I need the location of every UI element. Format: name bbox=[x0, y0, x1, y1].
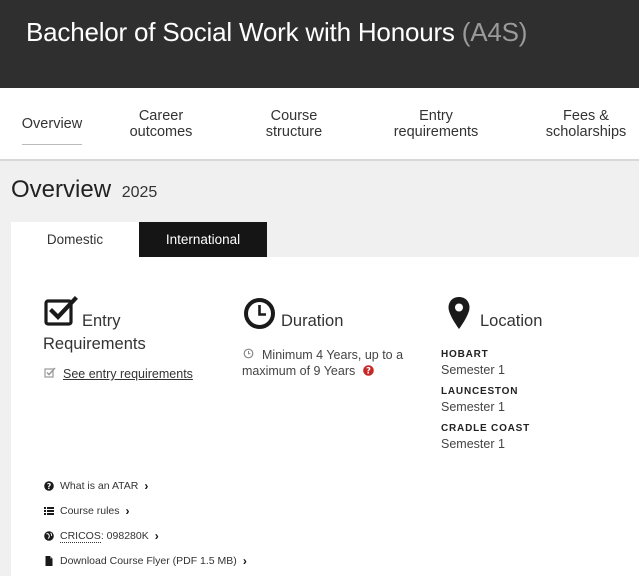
page-year: 2025 bbox=[121, 184, 158, 201]
course-title: Bachelor of Social Work with Honours (A4… bbox=[26, 17, 527, 48]
cricos-code: : 098280K bbox=[100, 530, 149, 542]
question-circle-icon: ? bbox=[44, 481, 54, 491]
campus-semester-cradle-coast: Semester 1 bbox=[441, 437, 505, 451]
file-icon bbox=[45, 556, 53, 566]
course-code: (A4S) bbox=[461, 17, 528, 47]
clock-small-icon bbox=[243, 348, 254, 359]
nav-item-entry-requirements[interactable]: Entry requirements bbox=[383, 88, 489, 159]
clock-icon bbox=[244, 298, 275, 329]
checkbox-checked-icon bbox=[44, 296, 78, 326]
entry-heading-line1: Entry bbox=[82, 312, 121, 330]
tab-domestic[interactable]: Domestic bbox=[11, 222, 139, 257]
nav-item-fees-scholarships[interactable]: Fees & scholarships bbox=[540, 88, 632, 159]
svg-text:?: ? bbox=[366, 367, 371, 376]
page-title: Overview 2025 bbox=[11, 176, 157, 204]
svg-text:?: ? bbox=[47, 482, 51, 491]
nav-item-label: Fees & scholarships bbox=[545, 107, 627, 140]
globe-icon bbox=[44, 531, 54, 541]
tab-international[interactable]: International bbox=[139, 222, 267, 265]
section-nav: Overview Career outcomes Course structur… bbox=[0, 88, 639, 161]
location-pin-icon bbox=[448, 297, 470, 329]
nav-item-overview[interactable]: Overview bbox=[14, 88, 90, 159]
course-header: Bachelor of Social Work with Honours (A4… bbox=[0, 0, 639, 88]
chevron-right-icon: › bbox=[144, 479, 149, 493]
cricos-abbr: CRICOS bbox=[60, 529, 101, 543]
campus-name-hobart: HOBART bbox=[441, 349, 489, 360]
link-label: Course rules bbox=[60, 505, 120, 517]
nav-item-label: Career outcomes bbox=[129, 107, 193, 140]
duration-text-line1: Minimum 4 Years, up to a bbox=[262, 348, 404, 362]
campus-name-launceston: LAUNCESTON bbox=[441, 386, 519, 397]
duration-text-line2: maximum of 9 Years bbox=[242, 364, 356, 378]
course-title-text: Bachelor of Social Work with Honours bbox=[26, 17, 455, 47]
nav-item-label: Course structure bbox=[265, 107, 323, 140]
location-heading: Location bbox=[480, 312, 543, 330]
campus-semester-launceston: Semester 1 bbox=[441, 400, 505, 414]
chevron-right-icon: › bbox=[125, 504, 130, 518]
chevron-right-icon: › bbox=[154, 529, 159, 543]
nav-item-label: Overview bbox=[21, 116, 83, 145]
cricos-link[interactable]: CRICOS : 098280K › bbox=[44, 529, 159, 543]
what-is-atar-link[interactable]: ? What is an ATAR › bbox=[44, 479, 148, 493]
page-title-text: Overview bbox=[11, 176, 112, 203]
help-icon[interactable]: ? bbox=[363, 365, 374, 376]
checkbox-small-icon bbox=[44, 367, 56, 378]
entry-heading-line2: Requirements bbox=[43, 335, 146, 353]
duration-heading: Duration bbox=[281, 312, 344, 330]
list-icon bbox=[44, 507, 54, 515]
link-label: Download Course Flyer (PDF 1.5 MB) bbox=[60, 555, 237, 567]
campus-semester-hobart: Semester 1 bbox=[441, 363, 505, 377]
course-rules-link[interactable]: Course rules › bbox=[44, 504, 130, 518]
nav-item-career-outcomes[interactable]: Career outcomes bbox=[116, 88, 206, 159]
campus-name-cradle-coast: CRADLE COAST bbox=[441, 423, 531, 434]
link-label: What is an ATAR bbox=[60, 480, 139, 492]
see-entry-requirements-link[interactable]: See entry requirements bbox=[63, 367, 193, 381]
nav-item-course-structure[interactable]: Course structure bbox=[252, 88, 336, 159]
download-flyer-link[interactable]: Download Course Flyer (PDF 1.5 MB) › bbox=[44, 554, 247, 568]
nav-item-label: Entry requirements bbox=[393, 107, 479, 140]
chevron-right-icon: › bbox=[242, 554, 247, 568]
